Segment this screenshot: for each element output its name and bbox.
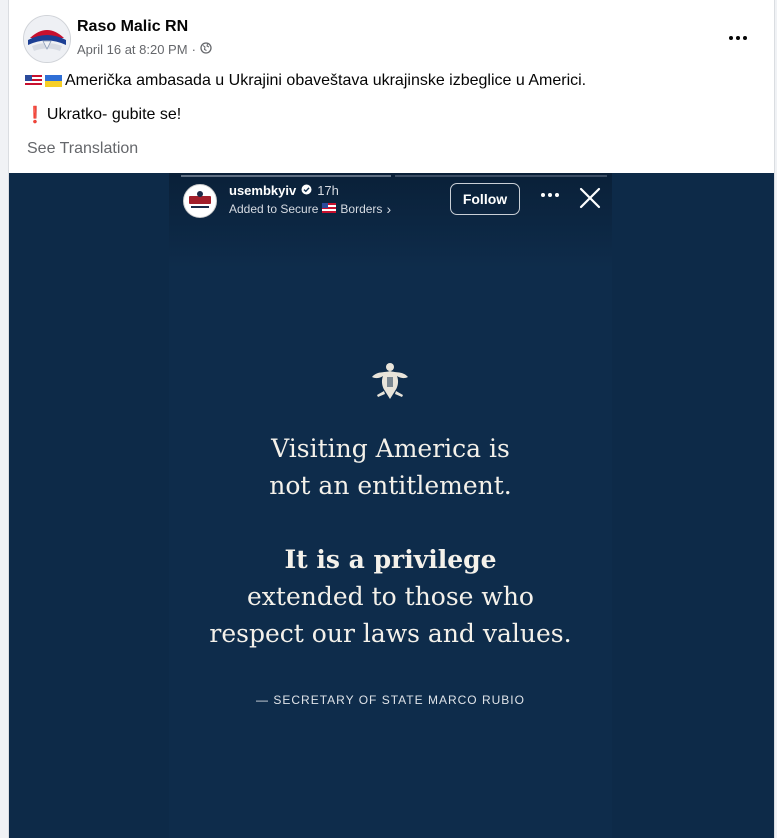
verified-badge-icon	[301, 183, 312, 198]
story-user[interactable]: usembkyiv 17h	[229, 183, 339, 198]
post-image[interactable]: usembkyiv 17h Added to Secure Borders › …	[9, 173, 774, 838]
post-text-short: Ukratko- gubite se!	[46, 106, 182, 123]
post-meta: April 16 at 8:20 PM ·	[77, 42, 212, 57]
globe-icon	[200, 42, 212, 57]
story-avatar[interactable]	[183, 184, 217, 218]
post-date[interactable]: April 16 at 8:20 PM	[77, 42, 188, 57]
quote-line-1: Visiting America is	[271, 434, 510, 463]
quote-block-2: It is a privilege extended to those who …	[169, 541, 612, 652]
chevron-right-icon: ›	[386, 201, 392, 217]
story-time: 17h	[317, 183, 339, 198]
story-header: usembkyiv 17h Added to Secure Borders › …	[169, 173, 612, 268]
ukraine-flag-icon	[45, 72, 63, 90]
quote-block-1: Visiting America is not an entitlement.	[169, 430, 612, 504]
close-icon[interactable]	[579, 187, 601, 209]
us-flag-small-icon	[322, 202, 337, 216]
post-text-line2: ❗ Ukratko- gubite se!	[25, 105, 181, 125]
quote-line-2: not an entitlement.	[269, 471, 512, 500]
story-screenshot: usembkyiv 17h Added to Secure Borders › …	[169, 173, 612, 838]
quote-attribution: — SECRETARY OF STATE MARCO RUBIO	[256, 693, 525, 707]
more-horizontal-icon[interactable]	[724, 28, 752, 48]
us-flag-icon	[25, 72, 43, 90]
author-avatar[interactable]	[23, 15, 71, 63]
story-added-prefix: Added to Secure	[229, 202, 319, 216]
see-translation-link[interactable]: See Translation	[27, 140, 138, 158]
story-progress-bar	[395, 175, 607, 177]
eagle-seal-icon	[367, 361, 413, 407]
meta-separator: ·	[191, 42, 196, 57]
story-added-suffix: Borders	[340, 202, 383, 216]
story-collection[interactable]: Added to Secure Borders ›	[229, 201, 391, 217]
quote-line-4: extended to those who	[247, 582, 534, 611]
post-card: Raso Malic RN April 16 at 8:20 PM · Amer…	[8, 0, 775, 838]
story-username[interactable]: usembkyiv	[229, 183, 296, 198]
follow-button[interactable]: Follow	[450, 183, 520, 215]
story-progress-bar	[181, 175, 391, 177]
post-header: Raso Malic RN April 16 at 8:20 PM ·	[23, 15, 760, 63]
quote-line-3: It is a privilege	[284, 545, 497, 574]
author-name[interactable]: Raso Malic RN	[77, 18, 188, 36]
quote-line-5: respect our laws and values.	[209, 619, 572, 648]
post-text-line1: Američka ambasada u Ukrajini obaveštava …	[25, 72, 586, 90]
exclamation-icon: ❗	[25, 107, 45, 124]
post-text: Američka ambasada u Ukrajini obaveštava …	[65, 72, 587, 89]
story-more-icon[interactable]	[541, 193, 559, 197]
